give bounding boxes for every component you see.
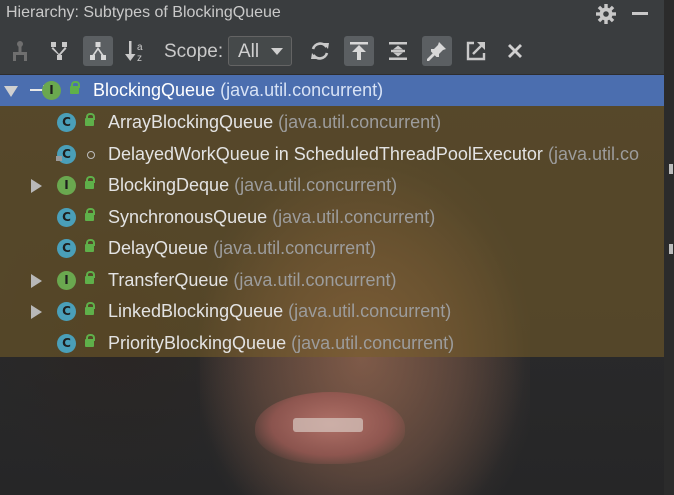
- sort-alphabetically-icon[interactable]: az: [122, 36, 152, 66]
- type-name: PriorityBlockingQueue: [108, 333, 287, 353]
- class-icon: C: [57, 145, 76, 164]
- package-name: (java.util.concurrent): [233, 270, 397, 290]
- tree-row[interactable]: I BlockingDeque (java.util.concurrent): [0, 170, 664, 201]
- lock-icon: [85, 302, 95, 315]
- lock-icon: [85, 239, 95, 252]
- gear-icon[interactable]: [594, 2, 618, 26]
- type-name: BlockingQueue: [93, 80, 216, 100]
- chevron-down-icon: [271, 48, 283, 55]
- chevron-right-icon[interactable]: [31, 274, 42, 288]
- lock-icon: [85, 271, 95, 284]
- lock-icon: [56, 156, 62, 161]
- type-name: DelayedWorkQueue in ScheduledThreadPoolE…: [108, 144, 543, 164]
- chevron-down-icon[interactable]: [4, 86, 18, 97]
- chevron-right-icon[interactable]: [31, 305, 42, 319]
- interface-icon: I: [57, 271, 76, 290]
- tree-row[interactable]: C LinkedBlockingQueue (java.util.concurr…: [0, 296, 664, 327]
- hierarchy-toolbar: az Scope: All: [0, 28, 664, 74]
- scope-dropdown[interactable]: All: [228, 36, 292, 66]
- tree-row[interactable]: I BlockingQueue (java.util.concurrent): [0, 75, 664, 106]
- package-name: (java.util.concurrent): [234, 175, 398, 195]
- title-bar: Hierarchy: Subtypes of BlockingQueue: [0, 0, 674, 29]
- scroll-from-source-icon[interactable]: [344, 36, 374, 66]
- package-name: (java.util.concurrent): [291, 333, 455, 353]
- tree-row[interactable]: C DelayQueue (java.util.concurrent): [0, 233, 664, 264]
- open-in-new-window-icon[interactable]: [461, 36, 491, 66]
- class-icon: C: [57, 239, 76, 258]
- class-icon: C: [57, 113, 76, 132]
- svg-text:z: z: [137, 53, 142, 63]
- close-icon[interactable]: [500, 36, 530, 66]
- interface-icon: I: [57, 176, 76, 195]
- type-name: TransferQueue: [108, 270, 229, 290]
- package-name: (java.util.concurrent): [213, 238, 377, 258]
- right-scroll-strip: [664, 0, 674, 495]
- tree-row[interactable]: C DelayedWorkQueue in ScheduledThreadPoo…: [0, 139, 664, 170]
- class-icon: C: [57, 208, 76, 227]
- class-hierarchy-icon[interactable]: [44, 36, 74, 66]
- interface-icon: I: [42, 81, 61, 100]
- supertype-hierarchy-icon[interactable]: [5, 36, 35, 66]
- refresh-icon[interactable]: [305, 36, 335, 66]
- lock-icon: [85, 334, 95, 347]
- lock-icon: [85, 176, 95, 189]
- package-name: (java.util.concurrent): [278, 112, 442, 132]
- type-name: LinkedBlockingQueue: [108, 301, 284, 321]
- scroll-marker: [669, 164, 673, 174]
- type-name: ArrayBlockingQueue: [108, 112, 274, 132]
- background-teeth: [293, 418, 363, 432]
- package-name: (java.util.concurrent): [272, 207, 436, 227]
- package-name: (java.util.concurrent): [288, 301, 452, 321]
- chevron-right-icon[interactable]: [31, 179, 42, 193]
- lock-icon: [85, 113, 95, 126]
- lock-icon: [70, 81, 80, 94]
- type-name: BlockingDeque: [108, 175, 230, 195]
- tree-row[interactable]: I TransferQueue (java.util.concurrent): [0, 265, 664, 296]
- minimize-icon[interactable]: [632, 12, 648, 15]
- lock-icon: [85, 208, 95, 221]
- package-name: (java.util.concurrent): [220, 80, 384, 100]
- scope-label: Scope:: [164, 41, 224, 62]
- scope-selected-value: All: [238, 41, 260, 62]
- class-icon: C: [57, 302, 76, 321]
- window-title: Hierarchy: Subtypes of BlockingQueue: [6, 4, 281, 21]
- subtype-hierarchy-icon[interactable]: [83, 36, 113, 66]
- hierarchy-tree: I BlockingQueue (java.util.concurrent) C…: [0, 75, 664, 357]
- type-name: SynchronousQueue: [108, 207, 268, 227]
- class-icon: C: [57, 334, 76, 353]
- tree-row[interactable]: C ArrayBlockingQueue (java.util.concurre…: [0, 107, 664, 138]
- scroll-marker: [669, 244, 673, 254]
- svg-text:a: a: [137, 42, 143, 53]
- package-name: (java.util.co: [547, 144, 639, 164]
- tree-row[interactable]: C SynchronousQueue (java.util.concurrent…: [0, 202, 664, 233]
- pin-icon[interactable]: [422, 36, 452, 66]
- package-private-icon: [87, 151, 95, 159]
- tree-row[interactable]: C PriorityBlockingQueue (java.util.concu…: [0, 328, 664, 359]
- expand-all-icon[interactable]: [383, 36, 413, 66]
- type-name: DelayQueue: [108, 238, 209, 258]
